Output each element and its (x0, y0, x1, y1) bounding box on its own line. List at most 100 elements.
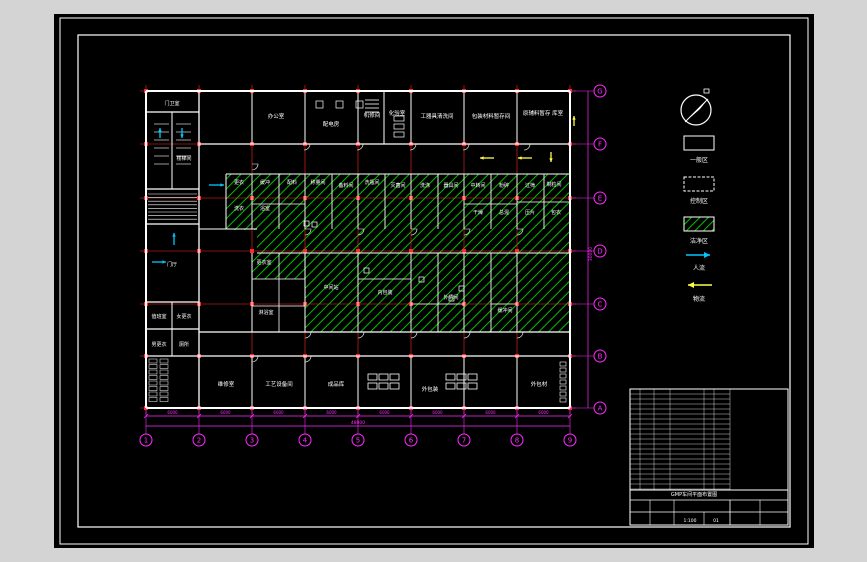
axis-label-D: D (597, 248, 602, 256)
shelf (393, 123, 405, 130)
dim-bay-3: 6000 (326, 410, 337, 415)
pallet (389, 382, 400, 390)
locker (159, 375, 169, 380)
room-label-clean-22: 缓冲间 (497, 307, 512, 314)
room-label-bottom-3: 外包装 (422, 385, 439, 393)
room-label-left-8: 淋浴室 (258, 309, 273, 316)
room-label-clean-18: 包衣 (551, 209, 561, 216)
room-label-top-0: 办公室 (268, 112, 285, 120)
room-label-left-0: 门卫室 (164, 100, 179, 107)
door-swing (251, 163, 259, 171)
room-label-clean-9: 洗涤 (420, 182, 430, 189)
dim-bay-7: 6000 (538, 410, 549, 415)
locker (159, 369, 169, 375)
legend-clean-label: 洁净区 (690, 237, 708, 245)
pallet (467, 382, 478, 390)
door-swing (357, 331, 365, 339)
people-flow-arrow-head (158, 128, 162, 132)
axis-label-B: B (598, 353, 603, 361)
room-label-top-6: 原辅料暂存 库室 (523, 109, 564, 117)
room-label-left-7: 更衣室 (256, 259, 271, 266)
parts-table (630, 388, 731, 490)
locker (148, 358, 158, 364)
room-label-top-3: 化验室 (389, 109, 406, 117)
pallet (378, 382, 389, 390)
dim-side: 30000 (588, 247, 594, 261)
rack (559, 391, 567, 397)
column-marker (250, 249, 254, 253)
column-marker (515, 249, 519, 253)
rack (559, 361, 567, 367)
rack (559, 367, 567, 373)
dim-bay-0: 6000 (167, 410, 178, 415)
room-label-clean-0: 更衣 (234, 179, 244, 186)
axis-label-E: E (598, 195, 602, 203)
door-swing (410, 331, 418, 339)
legend-clean-swatch (683, 216, 715, 232)
axis-label-9: 9 (568, 437, 572, 445)
locker (148, 386, 158, 391)
room-label-left-2: 楼梯间 (176, 155, 191, 162)
room-label-top-1: 配电房 (323, 120, 340, 128)
room-label-clean-10: 器具间 (443, 182, 458, 189)
room-label-left-6: 厕所 (179, 341, 189, 348)
room-label-left-1: 门厅 (167, 261, 177, 268)
floor-plan-drawing: 办公室配电房 机修间 化验室 工器具清洗间 包装材料暂存间 原辅料暂存 库室更衣 缓冲洗衣 浴… (59, 17, 809, 545)
room-label-clean-5: 称量间 (310, 179, 325, 186)
room-label-clean-13: 过筛 (525, 182, 535, 189)
pallet (456, 373, 467, 381)
legend-people-arrow-icon (686, 252, 710, 258)
pallet (456, 382, 467, 390)
locker (148, 364, 158, 369)
column-marker (462, 249, 466, 253)
pallet (367, 373, 378, 381)
material-flow-arrow-head (480, 156, 484, 160)
shelf (393, 131, 405, 138)
room-label-clean-2: 洗衣 (234, 205, 244, 212)
column-marker (303, 249, 307, 253)
axis-label-F: F (598, 141, 602, 149)
pallet (445, 373, 456, 381)
dim-bay-6: 6000 (485, 410, 496, 415)
clean-zone-2 (305, 252, 570, 332)
locker (159, 364, 169, 369)
legend-general-swatch (683, 135, 715, 151)
room-label-bottom-2: 成品库 (328, 380, 345, 388)
room-label-clean-17: 压片 (525, 209, 535, 216)
people-flow-arrow-head (162, 260, 166, 264)
room-label-clean-8: 灭菌间 (390, 182, 405, 189)
room-label-bottom-1: 工艺设备间 (265, 380, 293, 388)
room-label-clean-4: 配料 (287, 179, 297, 186)
sheet-number: 01 (713, 518, 719, 524)
locker (148, 391, 158, 397)
legend: 一般区 控制区 洁净区 人流 物流 (680, 88, 715, 303)
legend-control-swatch (683, 176, 715, 192)
legend-material-label: 物流 (693, 295, 705, 303)
pallet (389, 373, 400, 381)
material-flow-arrow-head (549, 158, 553, 162)
legend-control-label: 控制区 (690, 197, 708, 205)
north-arrow-icon (680, 88, 712, 126)
column-marker (409, 249, 413, 253)
room-label-left-3: 值班室 (151, 313, 166, 320)
legend-people-label: 人流 (693, 264, 705, 272)
axis-label-8: 8 (515, 437, 519, 445)
room-label-bottom-4: 外包材 (531, 380, 548, 388)
axis-label-7: 7 (462, 437, 466, 445)
room-label-clean-7: 洗瓶间 (364, 179, 379, 186)
room-label-clean-21: 外清间 (443, 294, 458, 301)
locker (148, 397, 158, 402)
pallet (367, 382, 378, 390)
axis-label-5: 5 (356, 437, 360, 445)
equipment (315, 100, 324, 109)
column-marker (356, 249, 360, 253)
axis-label-4: 4 (303, 437, 308, 445)
axis-label-3: 3 (250, 437, 254, 445)
room-label-top-4: 工器具清洗间 (420, 112, 453, 120)
locker (159, 391, 169, 397)
room-label-clean-12: 粉碎 (499, 182, 509, 189)
title-block: GMP车间平面布置图 1:100 01 (629, 388, 789, 526)
room-label-bottom-0: 维修室 (218, 380, 235, 388)
room-label-clean-15: 干燥 (473, 209, 483, 216)
material-flow-arrow-head (572, 116, 576, 120)
